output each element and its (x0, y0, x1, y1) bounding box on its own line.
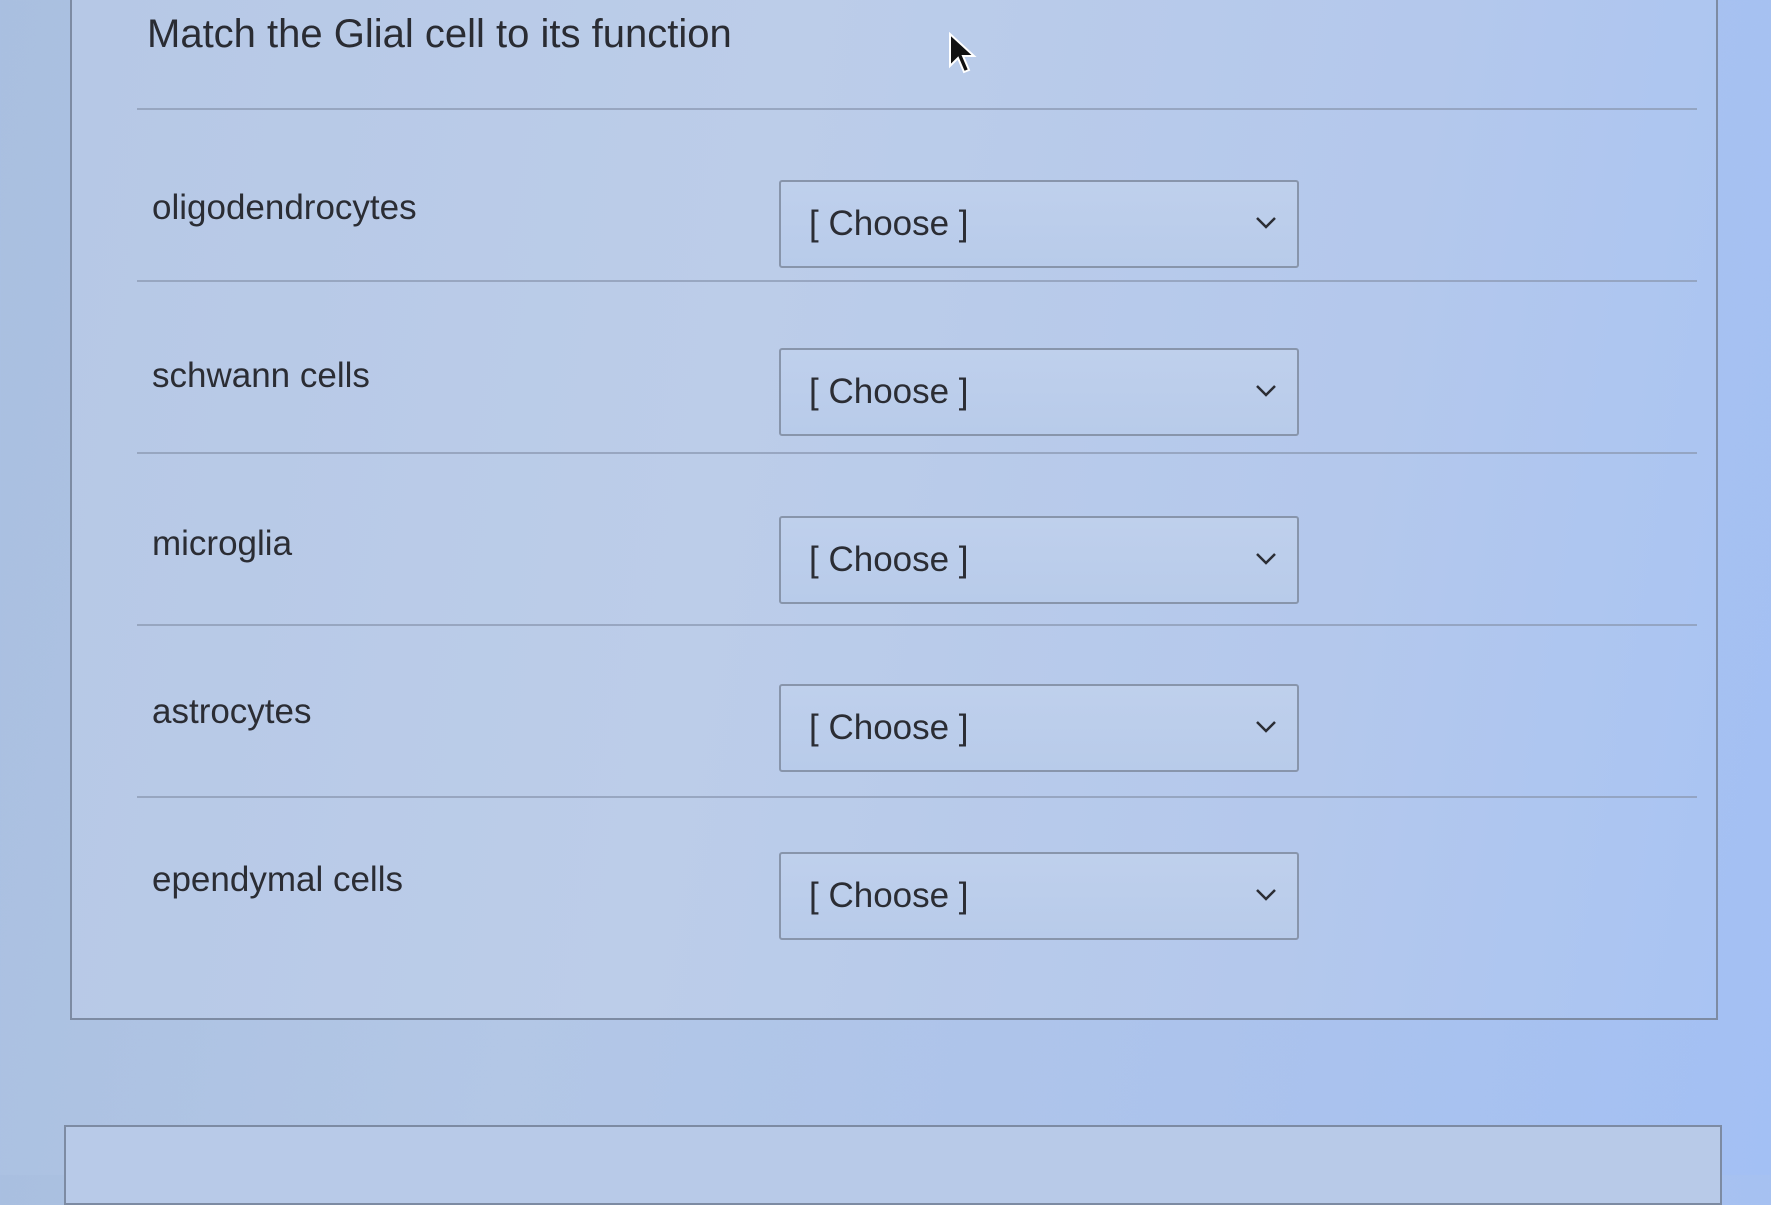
divider (137, 108, 1697, 110)
divider (137, 280, 1697, 282)
answer-select[interactable]: [ Choose ] (779, 516, 1299, 604)
match-row-oligodendrocytes: oligodendrocytes [ Choose ] (72, 160, 1712, 330)
question-title: Match the Glial cell to its function (147, 12, 732, 56)
term-label: microglia (152, 524, 293, 563)
chevron-down-icon (1256, 721, 1276, 733)
term-label: schwann cells (152, 356, 370, 395)
select-value: [ Choose ] (809, 372, 969, 411)
term-label: ependymal cells (152, 860, 403, 899)
match-row-astrocytes: astrocytes [ Choose ] (72, 664, 1712, 834)
answer-select[interactable]: [ Choose ] (779, 180, 1299, 268)
chevron-down-icon (1256, 889, 1276, 901)
select-value: [ Choose ] (809, 876, 969, 915)
term-label: oligodendrocytes (152, 188, 417, 227)
divider (137, 796, 1697, 798)
divider (137, 624, 1697, 626)
divider (137, 452, 1697, 454)
term-label: astrocytes (152, 692, 312, 731)
select-value: [ Choose ] (809, 540, 969, 579)
select-value: [ Choose ] (809, 204, 969, 243)
match-row-ependymal-cells: ependymal cells [ Choose ] (72, 832, 1712, 1002)
chevron-down-icon (1256, 385, 1276, 397)
chevron-down-icon (1256, 217, 1276, 229)
select-value: [ Choose ] (809, 708, 969, 747)
answer-select[interactable]: [ Choose ] (779, 852, 1299, 940)
match-row-schwann-cells: schwann cells [ Choose ] (72, 328, 1712, 498)
next-question-card (64, 1125, 1722, 1205)
mouse-cursor-icon (949, 32, 977, 74)
chevron-down-icon (1256, 553, 1276, 565)
question-card: Match the Glial cell to its function oli… (70, 0, 1718, 1020)
answer-select[interactable]: [ Choose ] (779, 684, 1299, 772)
match-row-microglia: microglia [ Choose ] (72, 496, 1712, 666)
answer-select[interactable]: [ Choose ] (779, 348, 1299, 436)
